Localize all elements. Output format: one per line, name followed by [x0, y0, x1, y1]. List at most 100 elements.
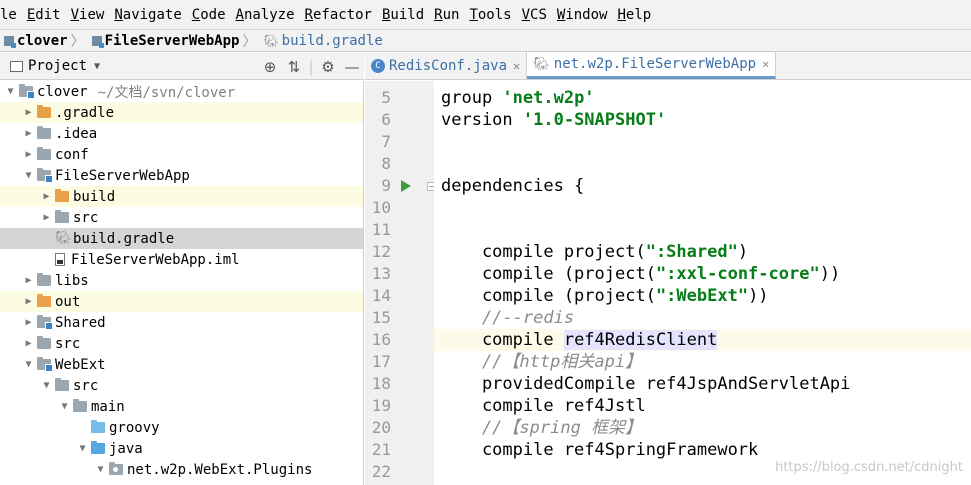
tree-item-label: FileServerWebApp — [55, 167, 190, 184]
tree-item-label: src — [55, 335, 81, 352]
tab-label: RedisConf.java — [389, 57, 508, 74]
line-number: 9 — [381, 176, 391, 195]
chevron-right-icon[interactable]: ▶ — [22, 317, 35, 328]
chevron-right-icon[interactable]: ▶ — [22, 149, 35, 160]
tree-item[interactable]: ▼ src — [0, 375, 363, 396]
folder-icon — [37, 147, 51, 160]
tree-item[interactable]: ▼ java — [0, 438, 363, 459]
tree-item-label: java — [109, 440, 143, 457]
code-token: dependencies { — [441, 176, 585, 196]
tree-item[interactable]: ▼ clover ~/文档/svn/clover — [0, 81, 363, 102]
module-folder-icon — [37, 315, 53, 330]
tree-item[interactable]: ▶ libs — [0, 270, 363, 291]
menu-item-view[interactable]: View — [66, 7, 110, 23]
menu-item-tools[interactable]: Tools — [464, 7, 516, 23]
tree-item[interactable]: ▶ conf — [0, 144, 363, 165]
module-folder-icon — [37, 357, 53, 372]
menu-item-analyze[interactable]: Analyze — [231, 7, 300, 23]
chevron-right-icon[interactable]: ▶ — [22, 338, 35, 349]
chevron-down-icon[interactable]: ▼ — [76, 443, 89, 454]
watermark: https://blog.csdn.net/cdnight — [775, 460, 963, 475]
string-literal: '1.0-SNAPSHOT' — [522, 110, 667, 130]
code-token: compile ref4Jstl — [441, 396, 646, 416]
breadcrumb-module[interactable]: FileServerWebApp 〉 — [88, 31, 260, 51]
menu-item-le[interactable]: le — [0, 7, 22, 23]
tree-item[interactable]: 🐘︎ build.gradle — [0, 228, 363, 249]
menu-item-code[interactable]: Code — [187, 7, 231, 23]
tree-item[interactable]: ▶ .gradle — [0, 102, 363, 123]
menu-item-build[interactable]: Build — [377, 7, 429, 23]
tree-item[interactable]: ▼ FileServerWebApp — [0, 165, 363, 186]
chevron-right-icon[interactable]: ▶ — [22, 296, 35, 307]
tree-item[interactable]: ▶ build — [0, 186, 363, 207]
minimize-icon[interactable]: — — [340, 58, 364, 76]
chevron-down-icon[interactable]: ▼ — [94, 464, 107, 475]
line-number: 5 — [381, 88, 391, 107]
close-icon[interactable]: ✕ — [513, 59, 520, 73]
module-folder-icon — [37, 168, 53, 183]
tree-item[interactable]: ▶ out — [0, 291, 363, 312]
line-number: 13 — [371, 264, 391, 283]
menu-item-refactor[interactable]: Refactor — [300, 7, 377, 23]
chevron-right-icon[interactable]: ▶ — [40, 212, 53, 223]
target-icon[interactable]: ⊕ — [258, 58, 282, 76]
tree-item-label: build — [73, 188, 116, 205]
code-token: version — [441, 110, 523, 130]
chevron-right-icon[interactable]: ▶ — [22, 275, 35, 286]
chevron-right-icon[interactable]: ▶ — [22, 128, 35, 139]
tree-item-label: main — [91, 398, 125, 415]
run-icon[interactable] — [401, 180, 411, 192]
tree-item[interactable]: ▼ net.w2p.WebExt.Plugins — [0, 459, 363, 480]
gradle-icon: 🐘︎ — [263, 33, 279, 48]
menu-item-edit[interactable]: Edit — [22, 7, 66, 23]
chevron-right-icon[interactable]: ▶ — [40, 191, 53, 202]
tree-item[interactable]: ▼ main — [0, 396, 363, 417]
gear-icon[interactable]: ⚙ — [316, 58, 340, 76]
gradle-icon: 🐘︎ — [55, 231, 72, 246]
code-line: compile ref4Jstl — [434, 395, 971, 417]
close-icon[interactable]: ✕ — [762, 57, 769, 71]
chevron-down-icon[interactable]: ▼ — [22, 359, 35, 370]
menu-item-navigate[interactable]: Navigate — [109, 7, 186, 23]
tree-item-label: WebExt — [55, 356, 106, 373]
tree-item-label: FileServerWebApp.iml — [71, 251, 240, 268]
module-icon — [4, 35, 16, 48]
menu-item-vcs[interactable]: VCS — [517, 7, 552, 23]
code-editor[interactable]: group 'net.w2p' version '1.0-SNAPSHOT' dep… — [434, 81, 971, 485]
code-token: providedCompile ref4JspAndServletApi — [441, 374, 851, 394]
project-view-selector[interactable]: Project ▼ — [10, 58, 100, 74]
highlighted-identifier: ref4RedisClient — [563, 330, 718, 350]
chevron-right-icon[interactable]: ▶ — [22, 107, 35, 118]
tree-item-label: groovy — [109, 419, 160, 436]
excluded-folder-icon — [37, 294, 51, 307]
code-token: compile (project( — [441, 286, 656, 306]
module-folder-icon — [19, 84, 35, 99]
tree-item[interactable]: FileServerWebApp.iml — [0, 249, 363, 270]
chevron-down-icon[interactable]: ▼ — [58, 401, 71, 412]
separator: | — [308, 57, 314, 76]
chevron-down-icon[interactable]: ▼ — [4, 86, 17, 97]
tree-item[interactable]: ▶ Shared — [0, 312, 363, 333]
menu-bar: le Edit View Navigate Code Analyze Refactor Bui… — [0, 0, 971, 29]
tree-item[interactable]: ▼ WebExt — [0, 354, 363, 375]
chevron-down-icon[interactable]: ▼ — [40, 380, 53, 391]
menu-item-window[interactable]: Window — [552, 7, 613, 23]
menu-item-run[interactable]: Run — [429, 7, 464, 23]
project-toolwindow-header: Project ▼ ⊕ ⇅ | ⚙ — — [0, 53, 364, 80]
comment: //【http相关api】 — [441, 352, 643, 372]
breadcrumb: clover 〉 FileServerWebApp 〉 🐘︎ build.gra… — [0, 29, 971, 52]
menu-item-help[interactable]: Help — [612, 7, 656, 23]
tree-item[interactable]: ▶ src — [0, 207, 363, 228]
tab-net-w2p-fileserverwebapp[interactable]: 🐘︎ net.w2p.FileServerWebApp ✕ — [527, 52, 777, 79]
breadcrumb-file[interactable]: 🐘︎ build.gradle — [259, 33, 382, 49]
tree-item[interactable]: ▶ .idea — [0, 123, 363, 144]
tree-item[interactable]: groovy — [0, 417, 363, 438]
tab-redisconf-java[interactable]: C RedisConf.java ✕ — [365, 52, 528, 79]
tree-item[interactable]: ▶ src — [0, 333, 363, 354]
breadcrumb-root[interactable]: clover 〉 — [0, 31, 88, 51]
collapse-icon[interactable]: ⇅ — [282, 58, 306, 76]
chevron-down-icon[interactable]: ▼ — [22, 170, 35, 181]
tree-item-label: .idea — [55, 125, 98, 142]
tree-item-label: net.w2p.WebExt.Plugins — [127, 461, 313, 478]
